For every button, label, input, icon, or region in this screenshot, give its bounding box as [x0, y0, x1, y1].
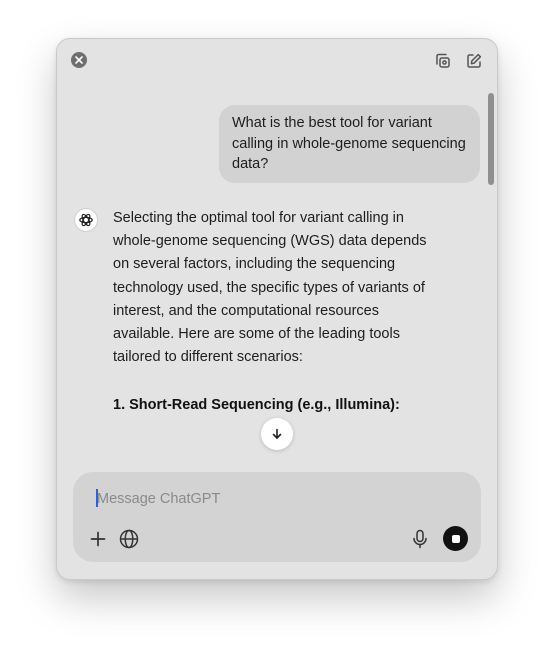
- assistant-paragraph: Selecting the optimal tool for variant c…: [113, 210, 427, 366]
- assistant-avatar: [74, 208, 98, 232]
- message-composer: [73, 472, 481, 562]
- new-chat-button[interactable]: [464, 51, 484, 71]
- chatgpt-logo-icon: [79, 213, 93, 227]
- microphone-icon: [413, 529, 427, 549]
- close-icon: [75, 56, 83, 64]
- message-input[interactable]: [95, 488, 457, 510]
- close-button[interactable]: [71, 52, 87, 68]
- user-message-text: What is the best tool for variant callin…: [232, 115, 466, 172]
- arrow-down-icon: [272, 428, 282, 439]
- scrollbar[interactable]: [488, 93, 494, 185]
- user-message-bubble: What is the best tool for variant callin…: [219, 105, 480, 183]
- assistant-message: Selecting the optimal tool for variant c…: [113, 207, 435, 369]
- compose-icon: [467, 53, 482, 68]
- assistant-section-heading: 1. Short-Read Sequencing (e.g., Illumina…: [113, 397, 400, 413]
- plus-icon: [90, 531, 106, 547]
- stop-icon: [451, 534, 460, 543]
- text-caret: [96, 489, 98, 507]
- web-search-button[interactable]: [117, 527, 141, 551]
- capture-window-icon: [436, 53, 450, 68]
- globe-icon: [119, 529, 139, 549]
- stop-generating-button[interactable]: [443, 526, 468, 551]
- screenshot-button[interactable]: [433, 51, 453, 71]
- chat-window: What is the best tool for variant callin…: [56, 38, 498, 580]
- voice-input-button[interactable]: [408, 527, 432, 551]
- attach-button[interactable]: [86, 527, 110, 551]
- scroll-to-bottom-button[interactable]: [261, 418, 293, 450]
